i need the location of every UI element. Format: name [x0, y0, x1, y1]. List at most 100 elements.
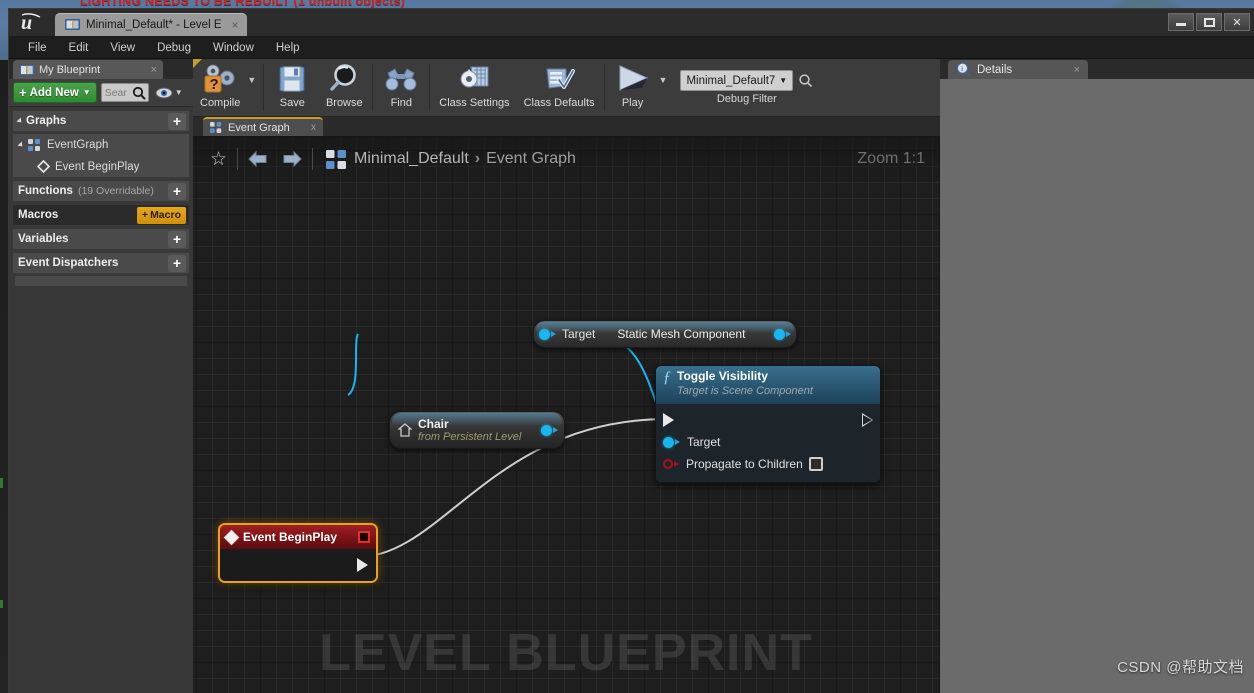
pin-exec-output-icon[interactable]	[862, 413, 873, 427]
tab-details-label: Details	[977, 63, 1013, 76]
browse-label: Browse	[325, 97, 363, 109]
event-delete-icon[interactable]	[358, 531, 370, 543]
pin-target-dot[interactable]	[663, 436, 674, 448]
event-begin-play-header: Event BeginPlay	[220, 525, 376, 549]
browse-button[interactable]: Browse	[318, 59, 370, 116]
propagate-to-children-checkbox[interactable]	[808, 457, 823, 471]
toggle-visibility-target-row: Target	[656, 431, 880, 453]
tab-my-blueprint-label: My Blueprint	[39, 63, 101, 76]
menu-item-debug[interactable]: Debug	[146, 40, 202, 56]
pin-target-input-dot[interactable]	[539, 328, 550, 340]
tab-my-blueprint[interactable]: My Blueprint ×	[13, 60, 163, 79]
add-macro-button[interactable]: + Macro	[136, 206, 186, 224]
graph-tab-strip: Event Graph x	[193, 117, 940, 137]
tree-item-eventgraph[interactable]: EventGraph	[12, 134, 190, 156]
class-settings-icon	[457, 62, 491, 96]
unreal-engine-logo-icon: u	[9, 8, 55, 36]
toolbar-separator	[263, 64, 265, 111]
section-graphs-label: Graphs	[26, 115, 67, 127]
menu-item-file[interactable]: File	[17, 40, 58, 56]
menu-item-edit[interactable]: Edit	[58, 40, 100, 56]
node-chair-actor-reference[interactable]: Chair from Persistent Level	[389, 411, 565, 449]
section-functions-label: Functions	[18, 185, 73, 197]
maximize-button[interactable]	[1196, 13, 1222, 31]
add-function-button[interactable]: +	[168, 182, 186, 200]
pin-exec-input-icon[interactable]	[663, 413, 674, 427]
details-content-area[interactable]	[940, 79, 1254, 693]
static-mesh-title: Static Mesh Component	[617, 327, 746, 341]
toggle-visibility-title: Toggle Visibility	[677, 369, 768, 383]
close-icon: ✕	[1232, 16, 1242, 29]
tree-item-eventgraph-label: EventGraph	[47, 139, 109, 151]
node-static-mesh-component[interactable]: Target Static Mesh Component	[533, 320, 797, 348]
pin-exec-output-icon[interactable]	[357, 558, 368, 572]
graph-editor-area: ? Compile ▼ Save Browse Find Class Setti…	[193, 59, 940, 693]
tab-details[interactable]: i Details ×	[948, 60, 1088, 79]
add-variable-button[interactable]: +	[168, 230, 186, 248]
pin-static-mesh-output-dot[interactable]	[774, 328, 785, 340]
tab-my-blueprint-close-icon[interactable]: ×	[151, 64, 157, 76]
compile-icon: ?	[203, 62, 237, 96]
play-options-dropdown[interactable]: ▼	[659, 59, 673, 116]
class-defaults-button[interactable]: Class Defaults	[517, 59, 602, 116]
pin-propagate-bool-icon[interactable]	[663, 459, 673, 469]
debug-filter-select[interactable]: Minimal_Default7 ▼	[680, 70, 794, 91]
tree-item-event-beginplay[interactable]: Event BeginPlay	[12, 156, 190, 178]
toolbar-separator	[372, 64, 374, 111]
search-input[interactable]: Sear	[100, 83, 149, 102]
document-tab-minimal-default[interactable]: Minimal_Default* - Level E ×	[55, 13, 247, 36]
visibility-filter-button[interactable]: ▼	[153, 87, 183, 99]
section-macros[interactable]: Macros + Macro	[12, 204, 190, 226]
event-begin-play-title: Event BeginPlay	[243, 530, 338, 544]
plus-icon: +	[19, 85, 27, 100]
my-blueprint-list-footer	[15, 276, 187, 286]
static-mesh-target-label: Target	[562, 327, 596, 341]
chevron-down-icon: ▼	[174, 88, 183, 97]
find-button[interactable]: Find	[375, 59, 427, 116]
pin-chair-output-dot[interactable]	[541, 424, 552, 436]
toggle-visibility-titles: Toggle Visibility Target is Scene Compon…	[677, 369, 813, 398]
class-defaults-label: Class Defaults	[523, 97, 595, 109]
section-event-dispatchers[interactable]: Event Dispatchers +	[12, 252, 190, 274]
pin-chair-output-arrow	[553, 427, 558, 433]
chair-node-name: Chair	[418, 416, 449, 431]
viewport-marker-b	[0, 600, 3, 608]
node-event-begin-play[interactable]: Event BeginPlay	[218, 523, 378, 583]
blueprint-graph-canvas[interactable]: ☆ Minimal_Default › Event Graph Zoom 1:1…	[193, 137, 940, 693]
tab-event-graph-close-icon[interactable]: x	[311, 122, 316, 133]
play-button[interactable]: Play	[607, 59, 659, 116]
csdn-watermark: CSDN @帮助文档	[1117, 659, 1244, 676]
section-functions[interactable]: Functions (19 Overridable) +	[12, 180, 190, 202]
find-label: Find	[390, 97, 412, 109]
compile-options-dropdown[interactable]: ▼	[247, 59, 261, 116]
debug-filter-value: Minimal_Default7	[686, 74, 776, 87]
chevron-down-icon: ▼	[82, 88, 91, 97]
section-graphs[interactable]: Graphs +	[12, 110, 190, 132]
actor-house-icon	[398, 423, 412, 437]
section-variables[interactable]: Variables +	[12, 228, 190, 250]
add-new-label: Add New	[29, 86, 79, 99]
save-label: Save	[279, 97, 305, 109]
add-event-dispatcher-button[interactable]: +	[168, 254, 186, 272]
pin-target-input-arrow	[551, 331, 556, 337]
blueprint-book-icon	[65, 18, 80, 31]
node-toggle-visibility[interactable]: ƒ Toggle Visibility Target is Scene Comp…	[655, 365, 881, 483]
svg-text:?: ?	[210, 76, 219, 93]
minimize-button[interactable]	[1168, 13, 1194, 31]
section-macros-label: Macros	[18, 209, 59, 221]
close-button[interactable]: ✕	[1224, 13, 1250, 31]
save-button[interactable]: Save	[266, 59, 318, 116]
viewport-left-strip	[0, 60, 8, 693]
debug-filter-search-icon[interactable]	[798, 73, 813, 88]
add-graph-button[interactable]: +	[168, 112, 186, 130]
add-new-button[interactable]: + Add New ▼	[13, 82, 97, 103]
play-icon	[614, 62, 652, 96]
svg-text:i: i	[961, 64, 963, 73]
menu-item-window[interactable]: Window	[202, 40, 265, 56]
document-tab-close-icon[interactable]: ×	[228, 18, 239, 32]
tab-details-close-icon[interactable]: ×	[1074, 64, 1080, 76]
tab-event-graph[interactable]: Event Graph x	[203, 117, 323, 136]
class-settings-button[interactable]: Class Settings	[432, 59, 516, 116]
menu-item-help[interactable]: Help	[265, 40, 311, 56]
menu-item-view[interactable]: View	[99, 40, 146, 56]
